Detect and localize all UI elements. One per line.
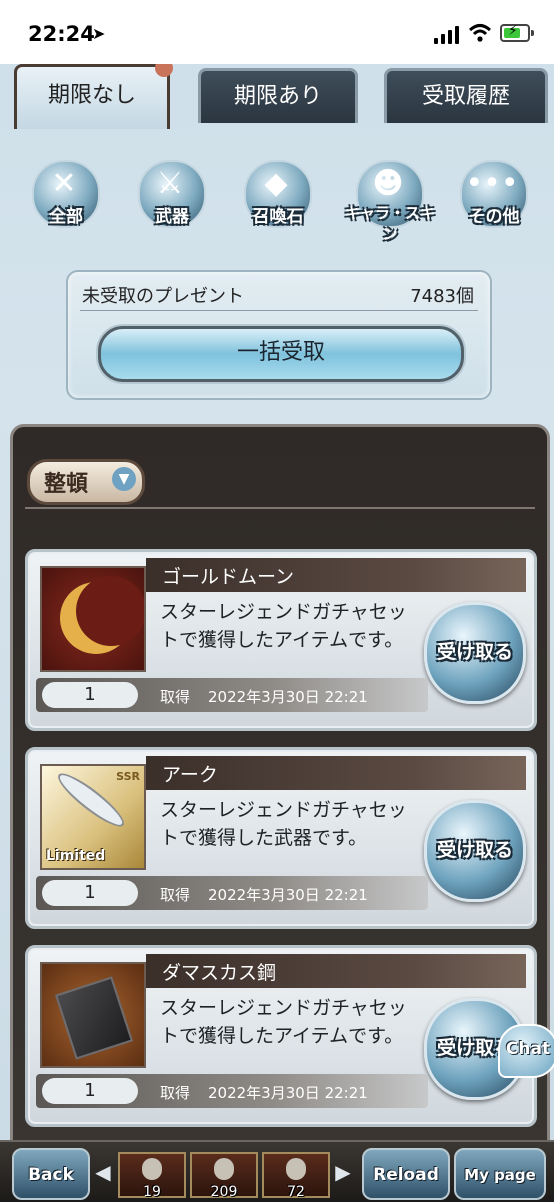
acquired-date: 2022年3月30日 22:21	[208, 886, 368, 904]
acquired-date: 2022年3月30日 22:21	[208, 688, 368, 706]
unclaimed-count: 7483個	[410, 286, 474, 307]
sort-button[interactable]: 整頓 ▼	[27, 459, 145, 505]
receive-label: 受け取る	[436, 839, 513, 861]
tab-history[interactable]: 受取履歴	[384, 68, 548, 123]
sort-label: 整頓	[44, 472, 89, 497]
category-label: キャラ・スキン	[344, 204, 435, 243]
present-item: ゴールドムーン スターレジェンドガチャセットで獲得したアイテムです。 受け取る …	[25, 549, 537, 731]
acquired-label: 取得	[160, 688, 191, 706]
chat-button[interactable]: Chat	[498, 1024, 554, 1078]
tab-with-expiry[interactable]: 期限あり	[198, 68, 358, 123]
item-quantity: 1	[42, 1078, 138, 1104]
battery-icon: ⚡	[500, 23, 534, 42]
category-other[interactable]: ••• その他	[448, 154, 540, 240]
quick-slot-count: 72	[287, 1184, 305, 1200]
item-description: スターレジェンドガチャセットで獲得したアイテムです。	[160, 997, 407, 1047]
acquired-date: 2022年3月30日 22:21	[208, 1084, 368, 1102]
item-name: ゴールドムーン	[162, 566, 295, 588]
quick-slot[interactable]: 72	[262, 1152, 330, 1200]
back-button[interactable]: Back	[12, 1148, 90, 1200]
divider	[80, 310, 478, 311]
tab-no-expiry[interactable]: 期限なし	[14, 64, 173, 129]
receive-button[interactable]: 受け取る	[424, 800, 526, 902]
item-quantity: 1	[42, 682, 138, 708]
item-description: スターレジェンドガチャセットで獲得したアイテムです。	[160, 601, 407, 651]
notification-dot	[155, 64, 173, 77]
status-bar: 22:24 ➤ ⚡	[0, 0, 554, 64]
item-quantity: 1	[42, 880, 138, 906]
category-characters[interactable]: ☻ キャラ・スキン	[338, 154, 442, 243]
bottom-nav-bar: Back ◀ 19 209 72 ▶ Reload My page	[0, 1140, 554, 1202]
item-thumbnail: SSR Limited	[40, 764, 146, 870]
tab-label: 期限なし	[47, 83, 136, 108]
item-name-bar: ダマスカス鋼	[146, 954, 526, 988]
location-arrow-icon: ➤	[92, 24, 106, 43]
item-name: ダマスカス鋼	[162, 962, 277, 984]
present-tabs: 期限なし 期限あり 受取履歴	[0, 64, 554, 129]
category-weapons[interactable]: ⚔ 武器	[126, 154, 218, 240]
item-icon	[286, 1158, 306, 1180]
quick-slot-count: 19	[143, 1184, 161, 1200]
receive-label: 受け取る	[436, 641, 513, 663]
present-list-panel: 整頓 ▼ ゴールドムーン スターレジェンドガチャセットで獲得したアイテムです。 …	[10, 424, 550, 1200]
category-summons[interactable]: ◆ 召喚石	[232, 154, 324, 240]
item-thumbnail	[40, 962, 146, 1068]
mypage-button[interactable]: My page	[454, 1148, 546, 1200]
bulk-receive-button[interactable]: 一括受取	[98, 326, 464, 382]
weapon-scythe-icon: SSR Limited	[42, 766, 144, 868]
item-name-bar: アーク	[146, 756, 526, 790]
category-label: 全部	[49, 207, 83, 227]
quick-slot-count: 209	[210, 1184, 238, 1200]
damascus-ingot-icon	[42, 964, 144, 1066]
category-label: 召喚石	[252, 207, 304, 227]
item-icon	[142, 1158, 162, 1180]
gold-moon-icon	[42, 568, 144, 670]
clock-time: 22:24	[28, 22, 95, 46]
chevron-down-icon: ▼	[112, 467, 136, 491]
tab-label: 期限あり	[233, 84, 322, 109]
item-icon	[214, 1158, 234, 1180]
reload-button[interactable]: Reload	[362, 1148, 450, 1200]
rarity-badge: SSR	[116, 770, 140, 783]
quick-slot[interactable]: 209	[190, 1152, 258, 1200]
receive-button[interactable]: 受け取る	[424, 602, 526, 704]
acquired-label: 取得	[160, 1084, 191, 1102]
presents-screen: 期限なし 期限あり 受取履歴 ✕ 全部 ⚔ 武器 ◆ 召喚石 ☻ キャラ・スキン…	[0, 64, 554, 1200]
divider	[25, 507, 535, 509]
present-item: SSR Limited アーク スターレジェンドガチャセットで獲得した武器です。…	[25, 747, 537, 929]
item-footer: 1 取得 2022年3月30日 22:21	[36, 1074, 428, 1108]
wifi-icon	[468, 24, 492, 42]
category-label: 武器	[155, 207, 189, 227]
unclaimed-summary: 未受取のプレゼント 7483個 一括受取	[66, 270, 492, 400]
item-footer: 1 取得 2022年3月30日 22:21	[36, 876, 428, 910]
item-thumbnail	[40, 566, 146, 672]
item-name: アーク	[162, 764, 218, 786]
acquired-label: 取得	[160, 886, 191, 904]
category-all[interactable]: ✕ 全部	[20, 154, 112, 240]
item-description: スターレジェンドガチャセットで獲得した武器です。	[160, 799, 407, 849]
chevron-left-icon[interactable]: ◀	[94, 1158, 112, 1186]
unclaimed-title: 未受取のプレゼント	[82, 286, 244, 307]
tab-label: 受取履歴	[421, 84, 510, 109]
cellular-signal-icon	[434, 26, 460, 44]
limited-badge: Limited	[46, 848, 106, 864]
item-name-bar: ゴールドムーン	[146, 558, 526, 592]
chevron-right-icon[interactable]: ▶	[334, 1158, 352, 1186]
present-item: ダマスカス鋼 スターレジェンドガチャセットで獲得したアイテムです。 受け取る 1…	[25, 945, 537, 1127]
category-filter-row: ✕ 全部 ⚔ 武器 ◆ 召喚石 ☻ キャラ・スキン ••• その他	[20, 154, 540, 244]
item-footer: 1 取得 2022年3月30日 22:21	[36, 678, 428, 712]
quick-slot[interactable]: 19	[118, 1152, 186, 1200]
category-label: その他	[468, 207, 520, 227]
